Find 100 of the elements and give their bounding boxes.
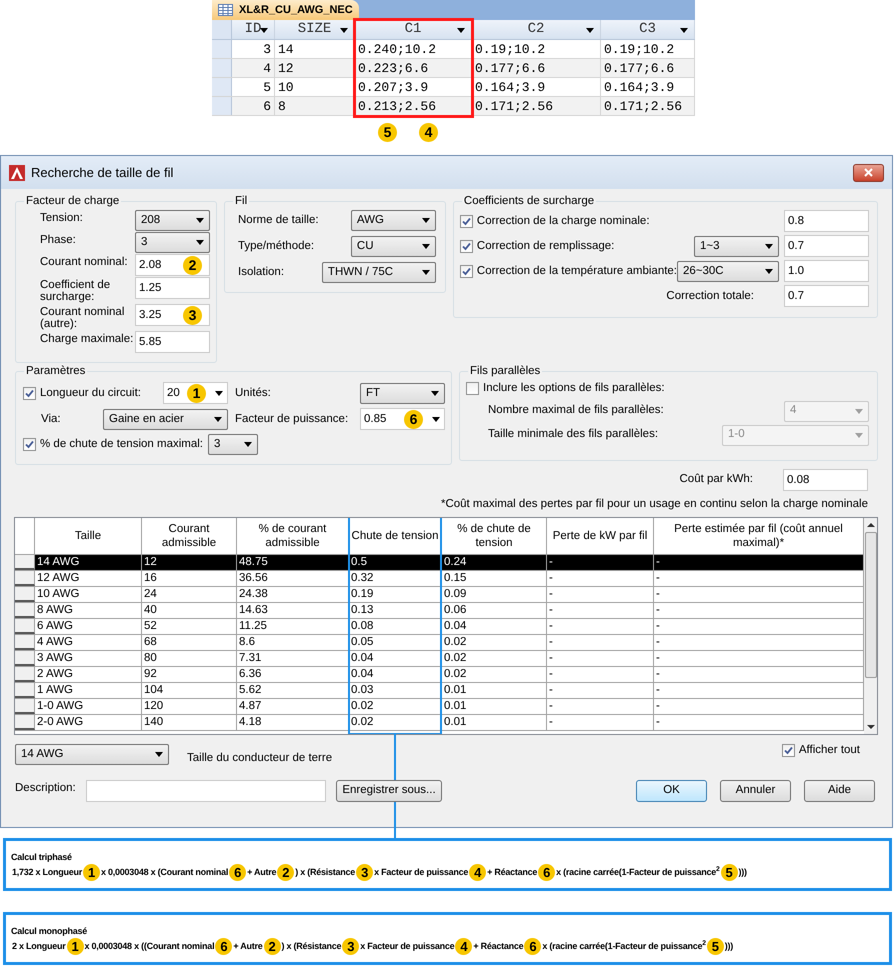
column-header[interactable]: Perte de kW par fil [547,518,654,554]
description-field[interactable] [86,780,326,802]
input-field[interactable]: 0.7 [784,235,869,258]
grid-cell: 48.75 [237,555,349,570]
grid-row[interactable]: 4 AWG 68 8.6 0.05 0.02 - - [15,635,864,652]
grid-row[interactable]: 10 AWG 24 24.38 0.19 0.09 - - [15,587,864,604]
input-field[interactable]: 5.85 [135,331,210,354]
input-field[interactable]: 1.25 [135,277,210,300]
column-header[interactable]: Courant admissible [142,518,237,554]
checkbox[interactable] [23,386,36,400]
row-header[interactable] [15,699,35,714]
grid-cell: 3 AWG [35,651,142,666]
checkbox-label: Inclure les options de fils parallèles: [483,381,665,396]
grid-row[interactable]: 2-0 AWG 140 4.18 0.02 0.01 - - [15,715,864,732]
grid-cell: 2 AWG [35,667,142,682]
grid-cell: 6 AWG [35,619,142,634]
row-header[interactable] [15,571,35,586]
grid-cell: 7.31 [237,651,349,666]
field-label: Type/méthode: [238,239,314,254]
grid-cell: 0.24 [442,555,547,570]
input-field[interactable]: 0.08 [783,469,868,491]
row-header[interactable] [15,603,35,618]
caret-icon [457,28,465,33]
field-label: Unités: [234,386,272,401]
close-button[interactable] [853,164,884,182]
checkmark-icon [25,440,34,450]
row-header[interactable] [15,715,35,730]
dropdown[interactable]: 26~30C [677,260,779,282]
field-label: Courant nominal (autre): [40,305,126,330]
group-title: Coefficients de surcharge [462,194,596,209]
column-header[interactable]: C1 [355,20,472,39]
dialog-button[interactable]: Annuler [720,780,791,802]
checkbox[interactable] [460,264,473,278]
checkbox-label: Correction de la charge nominale: [476,214,650,229]
column-header[interactable]: SIZE [275,20,355,39]
scrollbar[interactable] [864,518,877,734]
checkbox[interactable] [460,214,473,228]
grid-cell: 1 AWG [35,683,142,698]
table-cell: 8 [275,97,355,115]
table-cell: 0.19;10.2 [472,40,601,58]
caret-icon [244,442,252,448]
dialog-button[interactable]: Aide [804,780,875,802]
dropdown[interactable]: Gaine en acier [103,408,228,430]
caret-icon [680,28,688,33]
grid-cell: - [547,715,654,730]
callout-badge: 4 [455,938,472,955]
dropdown[interactable]: 1~3 [694,236,779,257]
formula-text: 2 x Longueur [11,940,67,953]
checkbox[interactable] [460,240,473,253]
row-header[interactable] [15,667,35,682]
dropdown[interactable]: CU [350,236,436,258]
row-header[interactable] [15,587,35,602]
callout-badge: 5 [378,123,397,142]
row-header[interactable] [15,635,35,650]
dropdown[interactable]: 208 [135,210,210,232]
grid-cell: 0.03 [349,683,442,698]
input-field[interactable]: 1.0 [784,260,869,282]
save-as-button[interactable]: Enregistrer sous... [336,780,442,802]
dropdown[interactable]: 3 [135,232,210,254]
grid-row[interactable]: 14 AWG 12 48.75 0.5 0.24 - - [15,555,864,572]
dialog-button[interactable]: OK [636,780,707,802]
caret-icon [340,28,348,33]
grid-cell: 0.19 [349,587,442,602]
column-header[interactable]: % de chute de tension [442,518,547,554]
row-header[interactable] [15,619,35,634]
column-header[interactable]: ID [232,20,275,39]
row-header[interactable] [15,555,35,570]
dropdown[interactable]: FT [360,382,445,404]
table-tab[interactable]: XL&R_CU_AWG_NEC [212,0,359,20]
caret-icon [432,417,440,422]
grid-row[interactable]: 2 AWG 92 6.36 0.04 0.02 - - [15,667,864,684]
row-header[interactable] [15,651,35,666]
checkbox[interactable] [782,744,795,758]
column-header[interactable]: Chute de tension [349,518,442,554]
scroll-thumb[interactable] [864,532,876,678]
column-header[interactable]: C2 [472,20,601,39]
checkbox[interactable] [23,438,36,452]
dropdown[interactable]: AWG [350,210,436,232]
column-header[interactable]: C3 [601,20,695,39]
grid-row[interactable]: 8 AWG 40 14.63 0.13 0.06 - - [15,603,864,620]
table-cell: 14 [275,40,355,58]
column-header[interactable]: Taille [35,518,142,554]
dropdown[interactable]: THWN / 75C [322,262,436,284]
grid-row[interactable]: 3 AWG 80 7.31 0.04 0.02 - - [15,651,864,668]
input-field[interactable]: 0.7 [784,285,869,308]
row-header[interactable] [15,683,35,698]
formula-text: x (racine carrée(1-Facteur de puissance$^{2}$ [541,940,707,953]
grid-row[interactable]: 6 AWG 52 11.25 0.08 0.04 - - [15,619,864,636]
dropdown[interactable]: 14 AWG [15,744,169,766]
grid-cell: - [547,683,654,698]
grid-cell: 8.6 [237,635,349,650]
input-field[interactable]: 0.8 [784,210,869,232]
dropdown[interactable]: 3 [208,434,258,456]
grid-row[interactable]: 1 AWG 104 5.62 0.03 0.01 - - [15,683,864,700]
checkbox[interactable] [466,382,479,396]
callout-badge: 6 [524,938,542,955]
grid-cell: 104 [142,683,237,698]
column-header[interactable]: % de courant admissible [237,518,349,554]
grid-row[interactable]: 12 AWG 16 36.56 0.32 0.15 - - [15,571,864,588]
grid-row[interactable]: 1-0 AWG 120 4.87 0.02 0.01 - - [15,699,864,716]
